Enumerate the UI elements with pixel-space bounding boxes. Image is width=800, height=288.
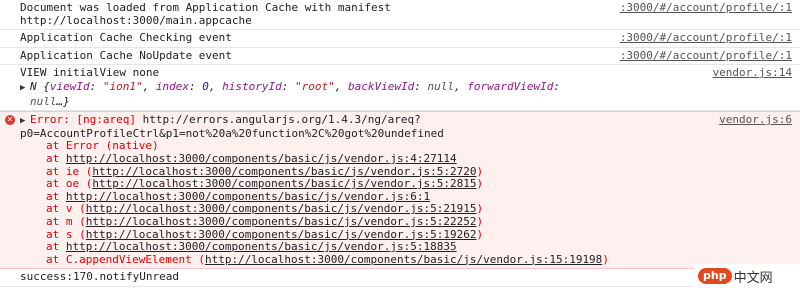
stack-frame: at C.appendViewElement (http://localhost… [46,252,609,266]
stack-trace: at Error (native) at http://localhost:300… [20,140,794,266]
console-message: Application Cache NoUpdate event :3000/#… [0,48,800,66]
stack-frame-link[interactable]: http://localhost:3000/components/basic/j… [205,253,602,266]
source-link[interactable]: vendor.js:14 [713,67,792,80]
watermark-text: 中文网 [733,270,773,286]
error-url[interactable]: http://errors.angularjs.org/1.4.3/ng/are… [143,113,421,126]
console-log-entry: VIEW initialView none vendor.js:14 ▶ N {v… [0,65,800,112]
console-message-text: success:170.notifyUnread [20,270,179,284]
expand-triangle-icon[interactable]: ▶ [20,115,30,128]
php-logo: php [698,268,732,284]
object-preview-cont: null…} [30,94,70,108]
stack-frame-link[interactable]: http://localhost:3000/components/basic/j… [86,202,477,216]
source-link[interactable]: :3000/#/account/profile/:1 [620,1,792,15]
source-link[interactable]: :3000/#/account/profile/:1 [620,49,792,63]
error-header[interactable]: ▶ Error: [ng:areq] http://errors.angularj… [20,113,794,128]
console-message: success:170.notifyUnread [0,269,800,287]
stack-frame-link[interactable]: http://localhost:3000/components/basic/j… [86,228,477,241]
expand-triangle-icon[interactable]: ▶ [20,82,30,95]
stack-frame-link[interactable]: http://localhost:3000/components/basic/j… [92,165,476,178]
stack-frame-link[interactable]: http://localhost:3000/components/basic/j… [66,190,430,203]
console-error: ✕ vendor.js:6 ▶ Error: [ng:areq] http://e… [0,111,800,270]
source-link[interactable]: vendor.js:6 [719,114,792,127]
object-preview[interactable]: ▶ N {viewId: "ion1", index: 0, historyId:… [20,80,794,95]
console-message: Application Cache Checking event :3000/#… [0,30,800,48]
stack-frame-link[interactable]: http://localhost:3000/components/basic/j… [92,177,476,190]
error-icon: ✕ [5,115,15,126]
stack-frame-link[interactable]: http://localhost:3000/components/basic/j… [86,215,477,228]
console-message-text: VIEW initialView none [20,66,160,80]
watermark: php 中文网 [694,264,800,288]
source-link[interactable]: :3000/#/account/profile/:1 [620,32,792,45]
stack-frame-link[interactable]: http://localhost:3000/components/basic/j… [66,152,457,165]
stack-frame-link[interactable]: http://localhost:3000/components/basic/j… [66,240,457,253]
console-message: Document was loaded from Application Cac… [0,0,800,31]
devtools-console: Document was loaded from Application Cac… [0,0,800,288]
